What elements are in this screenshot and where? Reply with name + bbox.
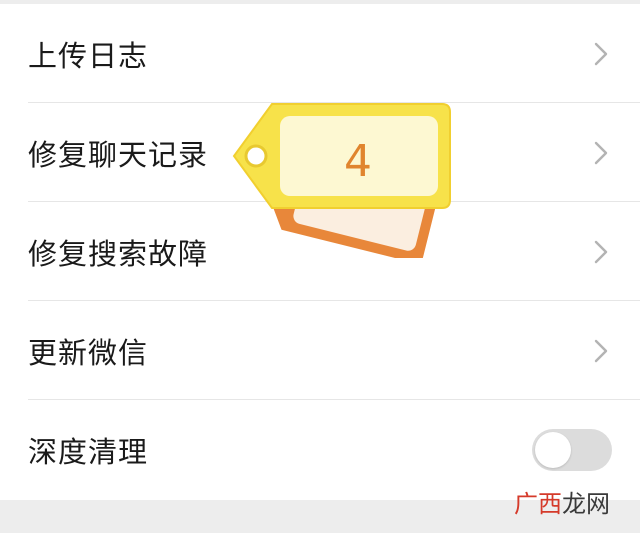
settings-row-label: 修复搜索故障 bbox=[28, 236, 209, 271]
toggle-knob bbox=[535, 432, 571, 468]
watermark-part-1: 广西 bbox=[514, 490, 562, 518]
settings-row-label: 上传日志 bbox=[28, 38, 149, 73]
chevron-right-icon bbox=[594, 141, 608, 164]
settings-row-label: 修复聊天记录 bbox=[28, 137, 209, 172]
deep-clean-toggle[interactable] bbox=[532, 429, 612, 471]
settings-row-update-wechat[interactable]: 更新微信 bbox=[0, 301, 640, 400]
chevron-right-icon bbox=[594, 42, 608, 65]
chevron-right-icon bbox=[594, 339, 608, 362]
settings-row-upload-log[interactable]: 上传日志 bbox=[0, 4, 640, 103]
settings-row-label: 更新微信 bbox=[28, 335, 149, 370]
tag-number: 4 bbox=[344, 136, 372, 187]
watermark: 广西龙网 bbox=[514, 484, 610, 519]
settings-row-label: 深度清理 bbox=[28, 435, 149, 469]
chevron-right-icon bbox=[594, 240, 608, 263]
watermark-part-2: 龙网 bbox=[562, 490, 610, 518]
